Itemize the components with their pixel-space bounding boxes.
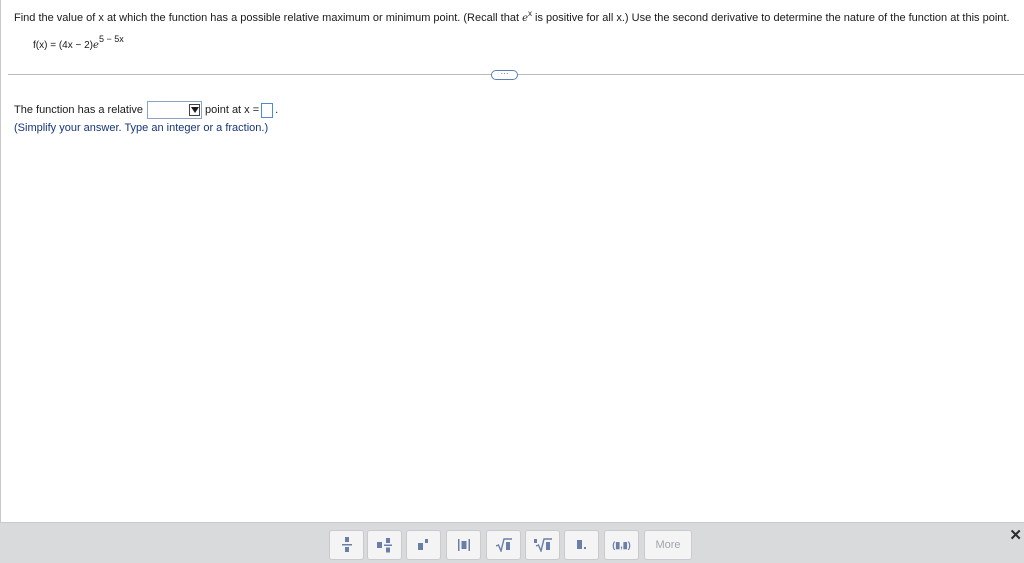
e-to-x-expression: ex [522,9,532,25]
question-text-after: is positive for all x.) Use the second d… [531,12,1010,24]
mixed-number-icon [376,538,392,553]
answer-suffix: . [275,104,279,116]
answer-middle: point at x = [205,104,260,116]
function-formula: f(x) = (4x − 2)e5 − 5x [33,35,124,53]
absolute-value-button[interactable] [446,530,481,560]
extremum-type-dropdown[interactable] [147,101,203,119]
math-toolbar: (▮,▮) More [0,522,1024,563]
left-border [0,0,1,522]
nth-root-button[interactable] [525,530,560,560]
absolute-value-icon [457,539,470,551]
formula-exponent: 5 − 5x [98,34,124,44]
dropdown-arrow-icon[interactable] [189,104,201,116]
square-root-button[interactable] [486,530,521,560]
decimal-button[interactable] [564,530,599,560]
close-icon[interactable]: ✕ [1009,526,1022,544]
mixed-number-button[interactable] [367,530,402,560]
answer-hint: (Simplify your answer. Type an integer o… [14,122,269,134]
nth-root-icon [533,538,552,552]
question-text-before: Find the value of x at which the functio… [14,12,523,24]
answer-line: The function has a relative point at x =… [14,100,278,120]
ordered-pair-icon: (▮,▮) [612,539,631,550]
exponent-icon [417,539,428,550]
answer-prefix: The function has a relative [14,104,144,116]
ordered-pair-button[interactable]: (▮,▮) [604,530,639,560]
exponent-button[interactable] [406,530,441,560]
x-value-input[interactable] [261,102,274,118]
decimal-icon [576,540,586,549]
question-text: Find the value of x at which the functio… [14,9,1010,26]
square-root-icon [495,538,512,552]
fraction-button[interactable] [329,530,364,560]
expand-button[interactable]: ··· [491,70,518,80]
fraction-icon [341,537,352,552]
formula-lhs: f(x) = (4x − 2) [33,40,94,51]
more-button[interactable]: More [644,530,692,560]
